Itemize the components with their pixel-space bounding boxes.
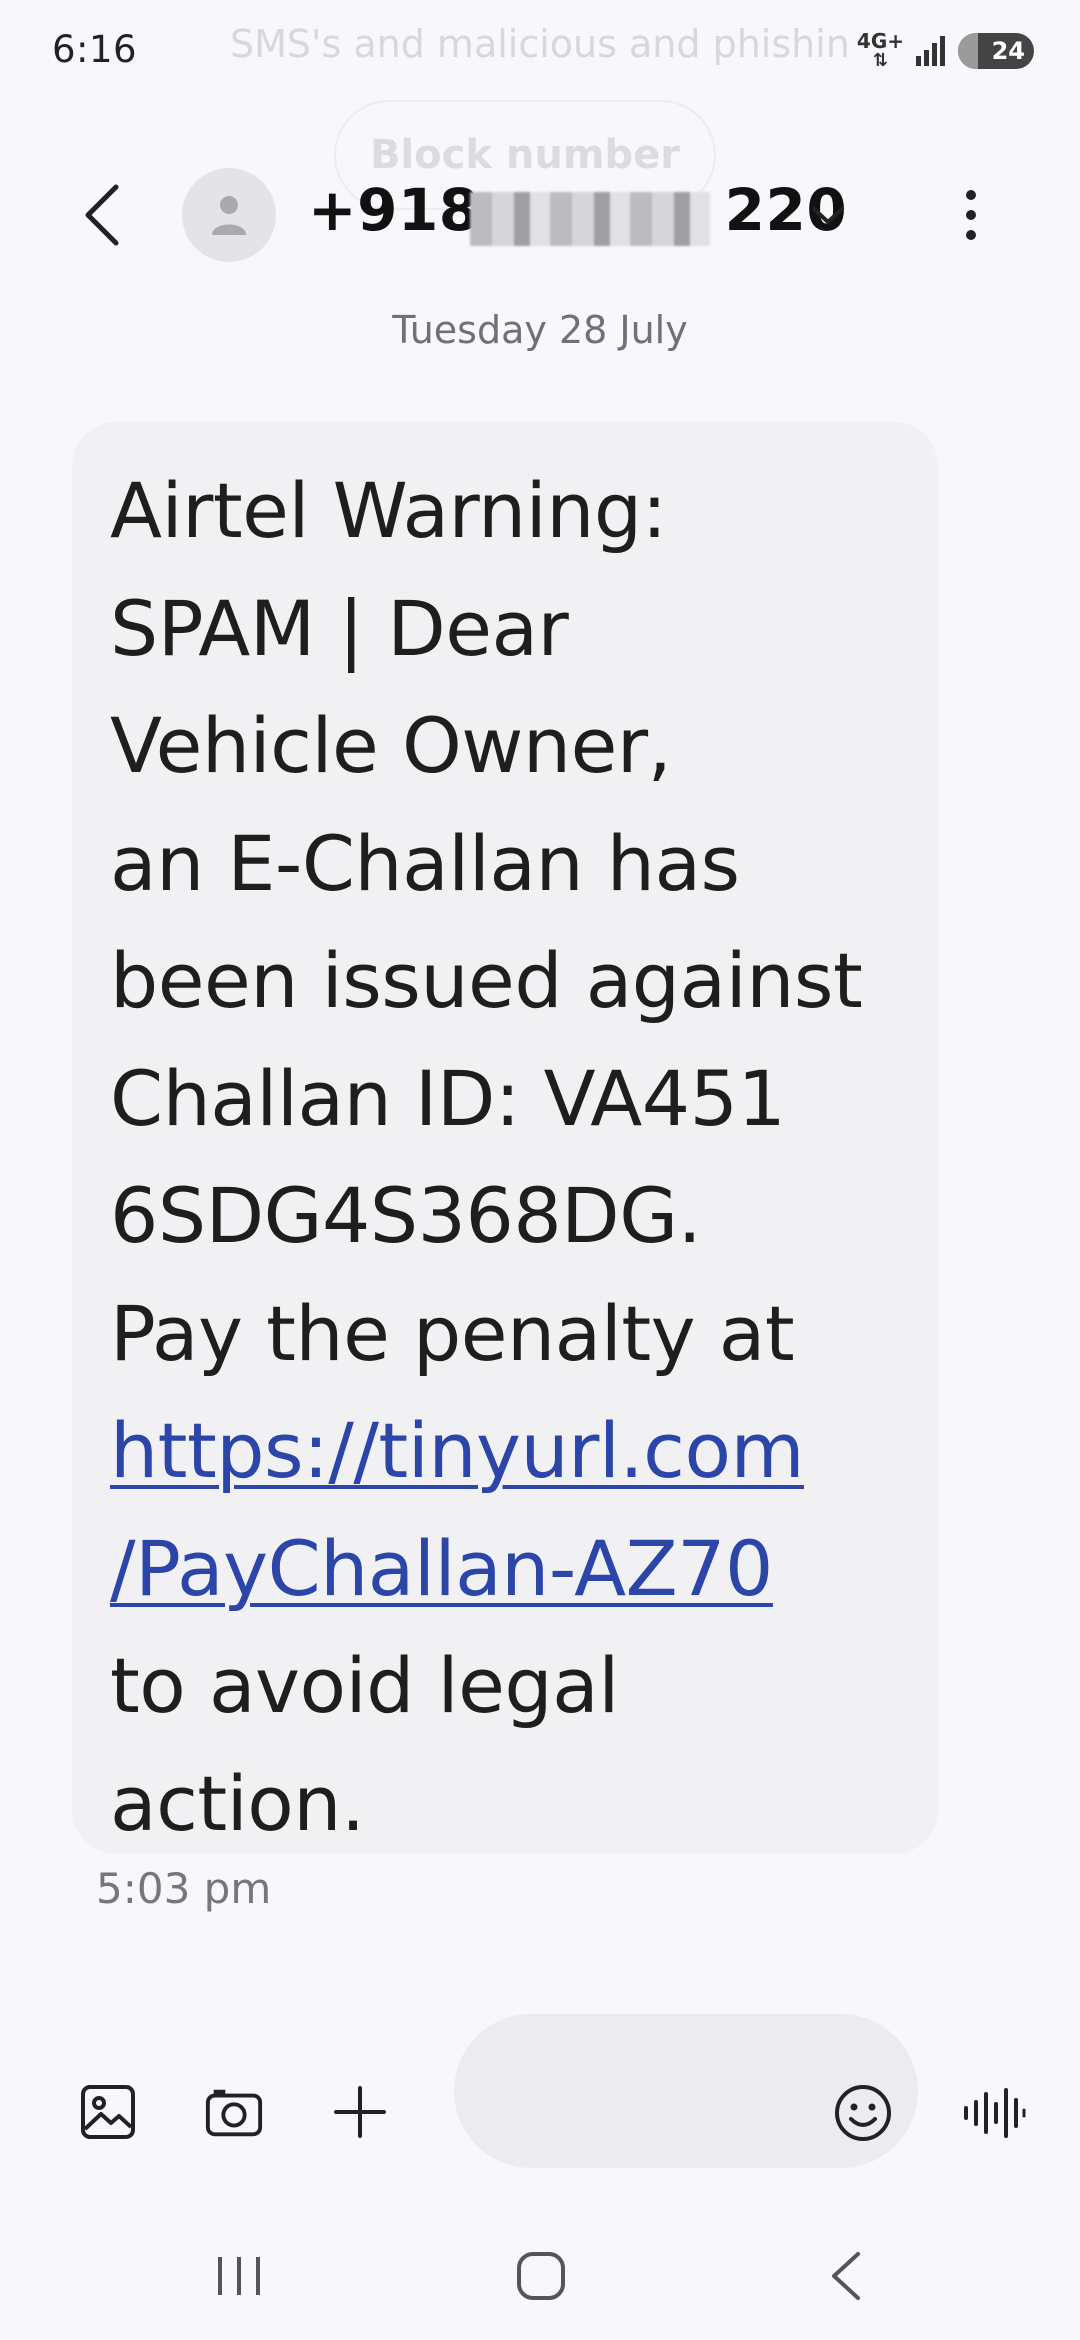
contact-number-prefix: +918: [308, 176, 480, 244]
back-button[interactable]: [72, 180, 132, 250]
data-arrows-icon: ⇅: [872, 50, 888, 71]
date-separator: Tuesday 28 July: [392, 308, 688, 352]
chevron-left-icon: [85, 184, 119, 246]
emoji-icon: [835, 2085, 891, 2141]
message-line: Vehicle Owner,: [110, 701, 672, 790]
gallery-button[interactable]: [78, 2082, 138, 2142]
message-line: Airtel Warning:: [110, 466, 667, 555]
redacted-number-area: [470, 192, 710, 246]
voice-icon: [964, 2088, 1026, 2138]
recent-apps-button[interactable]: [194, 2242, 284, 2310]
back-icon: [832, 2252, 860, 2300]
voice-input-button[interactable]: [962, 2082, 1026, 2144]
more-options-button[interactable]: [946, 180, 996, 250]
contact-avatar[interactable]: [182, 168, 276, 262]
attach-button[interactable]: [330, 2082, 390, 2142]
messages-screen: 6:16 SMS's and malicious and phishing 4G…: [0, 0, 1080, 2340]
home-button[interactable]: [496, 2242, 586, 2310]
home-icon: [517, 2252, 565, 2300]
status-icons: 4G+ ⇅ 24: [857, 31, 1034, 71]
message-link[interactable]: /PayChallan-AZ70: [110, 1510, 902, 1628]
emoji-button[interactable]: [832, 2082, 894, 2144]
message-link[interactable]: https://tinyurl.com: [110, 1392, 902, 1510]
ghost-notification-text: SMS's and malicious and phishing: [230, 22, 850, 66]
message-line: 6SDG4S368DG.: [110, 1171, 702, 1260]
camera-button[interactable]: [204, 2082, 264, 2142]
nav-back-button[interactable]: [800, 2242, 890, 2310]
battery-level: 24: [991, 37, 1025, 65]
network-type: 4G+ ⇅: [857, 31, 904, 71]
chevron-down-icon: [812, 207, 844, 224]
plus-icon: [334, 2086, 386, 2138]
more-vertical-icon: [966, 190, 976, 240]
status-time: 6:16: [52, 28, 138, 71]
message-line: SPAM | Dear: [110, 583, 569, 673]
message-line: Challan ID: VA451: [110, 1053, 786, 1143]
camera-icon: [205, 2089, 263, 2137]
message-bubble[interactable]: Airtel Warning: SPAM | Dear Vehicle Owne…: [72, 422, 938, 1854]
message-timestamp: 5:03 pm: [96, 1864, 272, 1913]
message-line: action.: [110, 1758, 365, 1848]
person-icon: [212, 196, 246, 235]
message-line: to avoid legal: [110, 1641, 619, 1730]
message-line: Pay the penalty at: [110, 1288, 795, 1378]
message-line: an E-Challan has: [110, 818, 740, 908]
recents-icon: [218, 2257, 260, 2295]
contact-details-dropdown[interactable]: [806, 196, 850, 236]
message-line: been issued against: [110, 936, 863, 1025]
signal-icon: [916, 36, 945, 66]
battery-icon: 24: [958, 33, 1034, 69]
gallery-icon: [81, 2085, 135, 2139]
